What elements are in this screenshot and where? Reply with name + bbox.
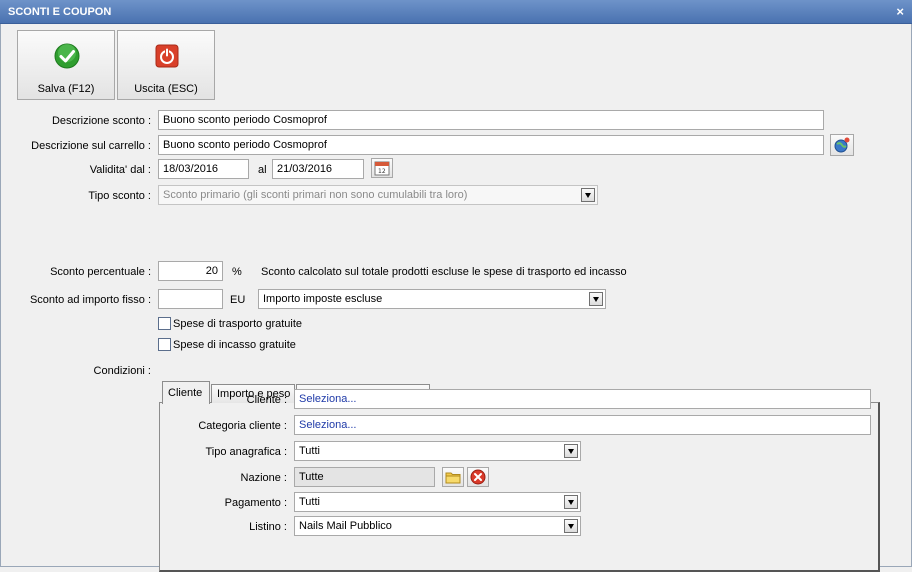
window-title: SCONTI E COUPON bbox=[8, 6, 112, 18]
listino-select[interactable]: Nails Mail Pubblico bbox=[294, 516, 581, 536]
pagamento-label: Pagamento : bbox=[224, 497, 287, 509]
tab-cliente[interactable]: Cliente bbox=[162, 381, 210, 404]
importo-mode-value: Importo imposte escluse bbox=[263, 293, 383, 305]
nazione-browse-button[interactable] bbox=[442, 467, 464, 487]
descrizione-carrello-label: Descrizione sul carrello : bbox=[31, 140, 151, 152]
save-button[interactable]: Salva (F12) bbox=[17, 30, 115, 100]
validita-to-input[interactable]: 21/03/2016 bbox=[272, 159, 364, 179]
chevron-down-icon[interactable] bbox=[589, 292, 603, 306]
spese-trasporto-checkbox[interactable] bbox=[158, 317, 171, 330]
eu-unit: EU bbox=[230, 294, 246, 306]
sconto-percentuale-input[interactable]: 20 bbox=[158, 261, 223, 281]
calendar-icon: 12 bbox=[374, 161, 390, 176]
chevron-down-icon[interactable] bbox=[564, 495, 578, 509]
descrizione-sconto-label: Descrizione sconto : bbox=[51, 115, 151, 127]
folder-icon bbox=[445, 472, 461, 484]
tipo-sconto-value: Sconto primario (gli sconti primari non … bbox=[163, 189, 468, 201]
power-icon bbox=[155, 44, 179, 68]
pagamento-value: Tutti bbox=[299, 496, 320, 508]
sconto-importo-label: Sconto ad importo fisso : bbox=[29, 294, 151, 306]
categoria-cliente-selector[interactable]: Seleziona... bbox=[294, 415, 871, 435]
chevron-down-icon[interactable] bbox=[564, 444, 578, 458]
exit-button[interactable]: Uscita (ESC) bbox=[117, 30, 215, 100]
descrizione-carrello-input[interactable]: Buono sconto periodo Cosmoprof bbox=[158, 135, 824, 155]
delete-icon bbox=[470, 469, 486, 485]
globe-icon bbox=[834, 137, 850, 153]
check-circle-icon bbox=[54, 43, 80, 69]
calendar-button[interactable]: 12 bbox=[371, 158, 393, 178]
importo-mode-select[interactable]: Importo imposte escluse bbox=[258, 289, 606, 309]
tipo-anagrafica-select[interactable]: Tutti bbox=[294, 441, 581, 461]
dialog-body: Salva (F12) Uscita (ESC) Descrizione sco… bbox=[0, 24, 912, 572]
spese-incasso-label: Spese di incasso gratuite bbox=[173, 339, 296, 351]
tipo-sconto-label: Tipo sconto : bbox=[88, 190, 151, 202]
chevron-down-icon[interactable] bbox=[581, 188, 595, 202]
nazione-field: Tutte bbox=[294, 467, 435, 487]
translate-button[interactable] bbox=[830, 134, 854, 156]
tipo-anagrafica-label: Tipo anagrafica : bbox=[205, 446, 287, 458]
close-icon[interactable]: × bbox=[896, 4, 904, 19]
validita-from-input[interactable]: 18/03/2016 bbox=[158, 159, 249, 179]
descrizione-sconto-input[interactable]: Buono sconto periodo Cosmoprof bbox=[158, 110, 824, 130]
tipo-anagrafica-value: Tutti bbox=[299, 445, 320, 457]
validita-label: Validita' dal : bbox=[89, 164, 151, 176]
nazione-label: Nazione : bbox=[240, 472, 287, 484]
sconto-percentuale-note: Sconto calcolato sul totale prodotti esc… bbox=[261, 266, 627, 278]
condizioni-label: Condizioni : bbox=[93, 365, 151, 377]
pagamento-select[interactable]: Tutti bbox=[294, 492, 581, 512]
title-bar: SCONTI E COUPON × bbox=[0, 0, 912, 24]
cliente-selector[interactable]: Seleziona... bbox=[294, 389, 871, 409]
listino-label: Listino : bbox=[249, 521, 287, 533]
svg-text:12: 12 bbox=[378, 168, 386, 175]
sconto-percentuale-label: Sconto percentuale : bbox=[50, 266, 151, 278]
tipo-sconto-select[interactable]: Sconto primario (gli sconti primari non … bbox=[158, 185, 598, 205]
save-button-label: Salva (F12) bbox=[37, 83, 95, 95]
validita-to-label: al bbox=[258, 164, 267, 176]
exit-button-label: Uscita (ESC) bbox=[134, 83, 198, 95]
spese-incasso-checkbox[interactable] bbox=[158, 338, 171, 351]
sconto-importo-input[interactable] bbox=[158, 289, 223, 309]
categoria-cliente-label: Categoria cliente : bbox=[198, 420, 287, 432]
spese-trasporto-label: Spese di trasporto gratuite bbox=[173, 318, 303, 330]
listino-value: Nails Mail Pubblico bbox=[299, 520, 392, 532]
percent-unit: % bbox=[232, 266, 242, 278]
nazione-clear-button[interactable] bbox=[467, 467, 489, 487]
chevron-down-icon[interactable] bbox=[564, 519, 578, 533]
cliente-label: Cliente : bbox=[246, 394, 287, 406]
